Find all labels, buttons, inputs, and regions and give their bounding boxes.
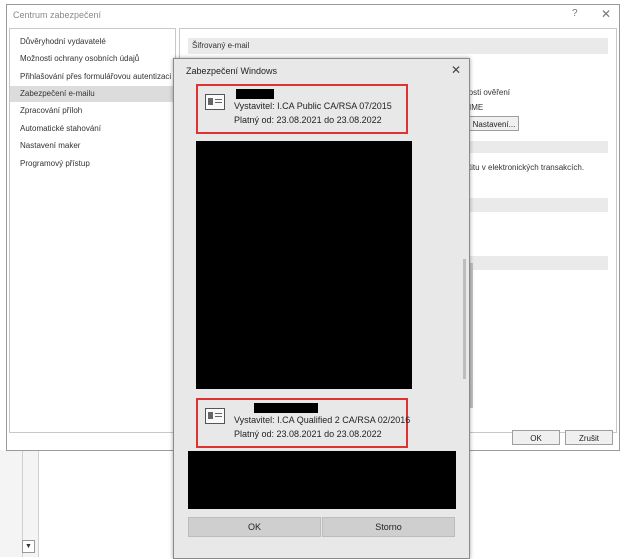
certificate-validity: Platný od: 23.08.2021 do 23.08.2022 (234, 429, 382, 439)
nav-item-trusted-publishers[interactable]: Důvěryhodní vydavatelé (10, 34, 175, 50)
nav-item-form-based-signin[interactable]: Přihlašování přes formulářovou autentiza… (10, 69, 175, 85)
certificate-item[interactable]: Vystavitel: I.CA Public CA/RSA 07/2015 P… (196, 84, 408, 134)
encryption-settings-button[interactable]: Nastavení... (469, 116, 519, 131)
window-title: Centrum zabezpečení (13, 10, 102, 20)
dialog-scrollbar[interactable] (463, 259, 466, 379)
help-button[interactable]: ? (572, 8, 578, 19)
nav-item-privacy-options[interactable]: Možnosti ochrany osobních údajů (10, 51, 175, 67)
nav-item-attachment-handling[interactable]: Zpracování příloh (10, 103, 175, 119)
cancel-button[interactable]: Zrušit (565, 430, 613, 445)
certificate-issuer: Vystavitel: I.CA Qualified 2 CA/RSA 02/2… (234, 415, 411, 425)
trust-center-nav: Důvěryhodní vydavatelé Možnosti ochrany … (9, 28, 176, 433)
certificate-icon (205, 408, 225, 424)
dialog-title: Zabezpečení Windows (186, 66, 278, 76)
redacted-certificate-list (196, 141, 412, 389)
dialog-close-icon[interactable]: ✕ (451, 63, 461, 77)
transactions-text-fragment: entitu v elektronických transakcích. (460, 163, 585, 172)
redacted-certificate-list (188, 451, 456, 509)
redacted-certificate-name (254, 403, 318, 413)
windows-security-dialog: Zabezpečení Windows ✕ Vystavitel: I.CA P… (173, 58, 470, 559)
nav-item-programmatic-access[interactable]: Programový přístup (10, 156, 175, 172)
nav-item-macro-settings[interactable]: Nastavení maker (10, 138, 175, 154)
dialog-ok-button[interactable]: OK (188, 517, 321, 537)
scroll-down-arrow-icon[interactable]: ▼ (22, 540, 35, 553)
certificate-icon (205, 94, 225, 110)
certificate-validity: Platný od: 23.08.2021 do 23.08.2022 (234, 115, 382, 125)
ok-button[interactable]: OK (512, 430, 560, 445)
certificate-item[interactable]: Vystavitel: I.CA Qualified 2 CA/RSA 02/2… (196, 398, 411, 448)
certificate-issuer: Vystavitel: I.CA Public CA/RSA 07/2015 (234, 101, 392, 111)
redacted-certificate-name (236, 89, 274, 99)
mime-text-fragment: IME (469, 103, 484, 112)
nav-item-email-security[interactable]: Zabezpečení e-mailu (10, 86, 175, 102)
nav-item-automatic-download[interactable]: Automatické stahování (10, 121, 175, 137)
close-button[interactable]: ✕ (601, 7, 611, 21)
encrypted-email-header: Šifrovaný e-mail (188, 38, 608, 54)
dialog-cancel-button[interactable]: Storno (322, 517, 455, 537)
